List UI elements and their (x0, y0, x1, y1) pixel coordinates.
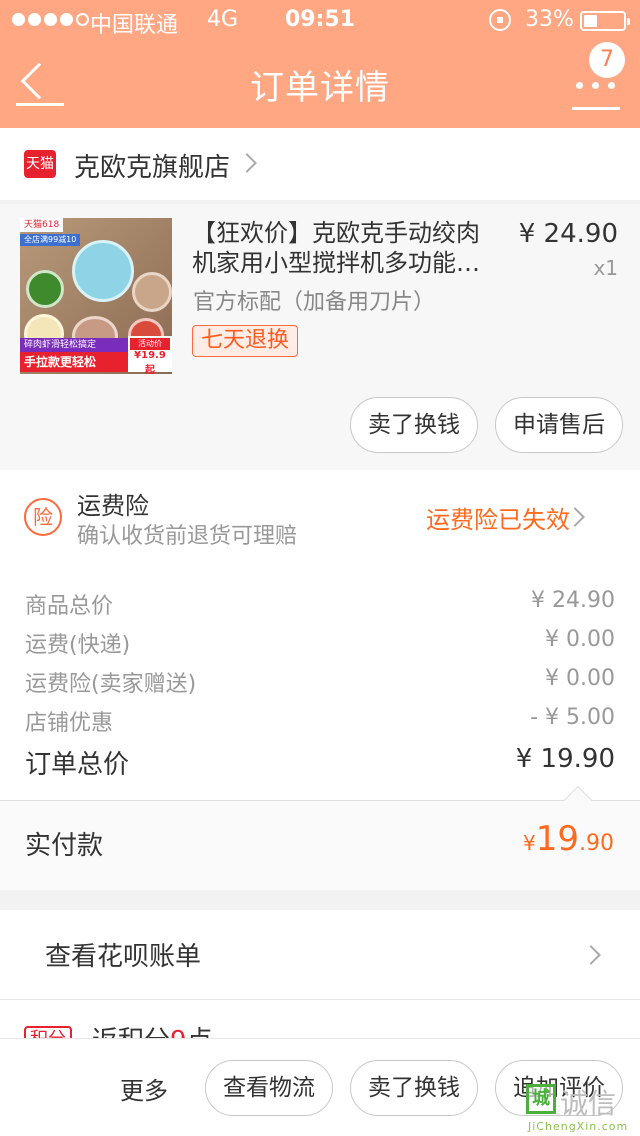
after-sale-button[interactable]: 申请售后 (495, 397, 623, 453)
insurance-subtitle: 确认收货前退货可理赔 (77, 524, 298, 549)
message-count-badge: 7 (589, 42, 625, 78)
price-row-value: ¥ 24.90 (531, 588, 615, 613)
price-row-label: 商品总价 (25, 594, 114, 619)
huabei-bill-label: 查看花呗账单 (45, 942, 202, 972)
product-thumbnail[interactable]: 天猫618 全店满99减10 碎肉虾滑轻松搞定 手拉款更轻松 活动价 ¥19.9… (20, 218, 172, 374)
chevron-right-icon (581, 945, 601, 965)
thumb-promo-label: 活动价 (130, 338, 170, 350)
shop-name: 克欧克旗舰店 (74, 153, 231, 183)
bowl-image (26, 270, 64, 308)
price-row-label: 运费(快递) (25, 633, 131, 658)
bowl-image (132, 272, 172, 312)
price-row-value: - ¥ 5.00 (530, 705, 615, 730)
thumb-promo: 活动价 ¥19.9起 (128, 336, 172, 374)
insurance-status: 运费险已失效 (426, 506, 570, 534)
sell-for-cash-button[interactable]: 卖了换钱 (350, 1060, 478, 1116)
product-title: 【狂欢价】克欧克手动绞肉 机家用小型搅拌机多功能… (192, 218, 492, 278)
watermark-text-en: JiChengXin.com (528, 1120, 629, 1133)
order-total-value: ¥ 19.90 (515, 744, 615, 774)
order-total-label: 订单总价 (25, 750, 130, 780)
product-title-line1: 【狂欢价】克欧克手动绞肉 (192, 219, 480, 247)
thumb-tag-sub: 全店满99减10 (20, 234, 81, 246)
shop-row[interactable]: 天猫 克欧克旗舰店 (0, 128, 640, 200)
more-dots-icon (576, 82, 583, 89)
more-menu-button[interactable] (572, 76, 620, 110)
rotation-lock-icon (489, 9, 511, 31)
thumb-strip-2: 手拉款更轻松 (20, 352, 130, 372)
amount-paid-row: 实付款 ¥19.90 (0, 800, 640, 890)
more-actions-button[interactable]: 更多 (120, 1071, 168, 1106)
price-row-value: ¥ 0.00 (545, 627, 615, 652)
amount-paid-currency: ¥ (523, 831, 536, 855)
amount-paid-decimal: .90 (579, 831, 614, 856)
product-quantity: x1 (593, 256, 618, 280)
price-row-value: ¥ 0.00 (545, 666, 615, 691)
product-card[interactable]: 天猫618 全店满99减10 碎肉虾滑轻松搞定 手拉款更轻松 活动价 ¥19.9… (0, 204, 640, 470)
points-row: 积分 返积分9点 (0, 1000, 640, 1040)
insurance-icon: 险 (24, 498, 62, 536)
thumb-promo-price: ¥19.9起 (134, 350, 166, 374)
page-title: 订单详情 (250, 68, 390, 108)
view-logistics-button[interactable]: 查看物流 (205, 1060, 333, 1116)
amount-paid-integer: 19 (535, 819, 579, 859)
product-price: ¥ 24.90 (518, 219, 618, 249)
insurance-title: 运费险 (77, 492, 149, 520)
sell-for-cash-button[interactable]: 卖了换钱 (350, 397, 478, 453)
thumb-strip-1: 碎肉虾滑轻松搞定 (20, 338, 130, 352)
product-title-line2: 机家用小型搅拌机多功能… (192, 249, 480, 277)
bowl-image (72, 240, 134, 302)
watermark-text-cn: 诚信 (560, 1087, 617, 1120)
battery-icon (580, 11, 630, 31)
huabei-bill-row[interactable]: 查看花呗账单 (0, 910, 640, 1000)
status-bar: 中国联通 4G 09:51 33% (0, 0, 640, 40)
product-spec: 官方标配（加备用刀片） (193, 290, 436, 315)
price-row-label: 店铺优惠 (25, 711, 114, 736)
amount-paid-label: 实付款 (25, 831, 104, 861)
watermark-logo: 城 诚信 JiChengXin.com (522, 1080, 640, 1136)
points-text: 返积分9点 (92, 1020, 213, 1040)
tmall-icon: 天猫 (24, 150, 56, 178)
shipping-insurance-row[interactable]: 险 运费险 确认收货前退货可理赔 运费险已失效 (0, 470, 640, 562)
watermark-icon: 城 (526, 1084, 556, 1114)
header-bar: 中国联通 4G 09:51 33% 订单详情 7 (0, 0, 640, 128)
price-row-label: 运费险(卖家赠送) (25, 672, 197, 697)
battery-percent: 33% (525, 7, 574, 32)
thumb-tag-top: 天猫618 (20, 218, 64, 232)
amount-paid-value: ¥19.90 (523, 819, 614, 859)
price-breakdown: 商品总价 ¥ 24.90 运费(快递) ¥ 0.00 运费险(卖家赠送) ¥ 0… (0, 562, 640, 800)
chevron-right-icon (237, 153, 257, 173)
return-policy-badge: 七天退换 (192, 325, 299, 357)
